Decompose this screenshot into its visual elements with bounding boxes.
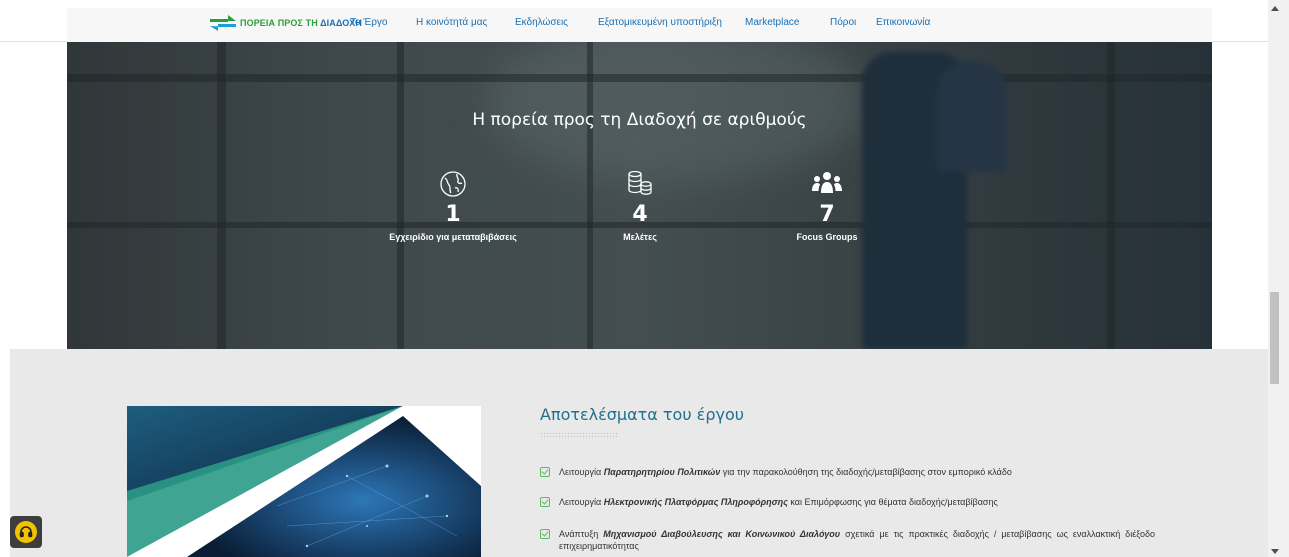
accessibility-button[interactable] <box>10 516 42 548</box>
stat-number: 4 <box>632 202 648 227</box>
result-text: Λειτουργία Ηλεκτρονικής Πλατφόρμας Πληρο… <box>559 497 998 507</box>
stat-manual: 1 Εγχειρίδιο για μεταταβιβάσεις <box>373 169 533 242</box>
scrollbar-thumb[interactable] <box>1270 292 1279 384</box>
nav-poroi[interactable]: Πόροι <box>830 17 856 28</box>
page: ΠΟΡΕΙΑ ΠΡΟΣ ΤΗ ΔΙΑΔΟΧΗ Το Έργο Η κοινότη… <box>0 0 1289 557</box>
result-item: Ανάπτυξη Μηχανισμού Διαβούλευσης και Κοι… <box>540 528 1155 552</box>
headset-icon <box>15 521 37 543</box>
scroll-down-arrow-icon[interactable] <box>1271 549 1279 554</box>
title-underline-dots <box>540 432 618 439</box>
nav-ypostirixi[interactable]: Εξατομικευμένη υποστήριξη <box>598 17 722 28</box>
results-image <box>127 406 481 557</box>
result-text: Λειτουργία Παρατηρητηρίου Πολιτικών για … <box>559 467 1012 477</box>
nav-koinotita[interactable]: Η κοινότητά μας <box>416 17 487 28</box>
result-item: Λειτουργία Παρατηρητηρίου Πολιτικών για … <box>540 466 1155 478</box>
nav-epikoinonia[interactable]: Επικοινωνία <box>876 17 930 28</box>
stat-label: Focus Groups <box>796 232 858 242</box>
check-icon <box>540 529 550 539</box>
nav-to-ergo[interactable]: Το Έργο <box>350 17 387 28</box>
nav-ekdiloseis[interactable]: Εκδηλώσεις <box>515 17 568 28</box>
stat-label: Μελέτες <box>623 232 657 242</box>
logo-text: ΠΟΡΕΙΑ ΠΡΟΣ ΤΗ ΔΙΑΔΟΧΗ <box>240 18 362 28</box>
result-item: Λειτουργία Ηλεκτρονικής Πλατφόρμας Πληρο… <box>540 496 1155 508</box>
check-icon <box>540 497 550 507</box>
results-title: Αποτελέσματα του έργου <box>540 405 744 424</box>
logo-arrows-icon <box>208 13 238 33</box>
stat-focus-groups: 7 Focus Groups <box>747 169 907 242</box>
globe-icon <box>373 169 533 199</box>
check-icon <box>540 467 550 477</box>
hero-title: Η πορεία προς τη Διαδοχή σε αριθμούς <box>472 110 807 130</box>
coins-stack-icon <box>560 169 720 199</box>
left-margin <box>0 42 10 557</box>
users-group-icon <box>747 169 907 199</box>
scrollbar[interactable] <box>1268 0 1289 557</box>
result-text: Ανάπτυξη Μηχανισμού Διαβούλευσης και Κοι… <box>559 529 1156 551</box>
nav-marketplace[interactable]: Marketplace <box>745 17 799 28</box>
scroll-up-arrow-icon[interactable] <box>1271 6 1279 11</box>
site-logo[interactable]: ΠΟΡΕΙΑ ΠΡΟΣ ΤΗ ΔΙΑΔΟΧΗ <box>208 12 362 34</box>
stat-studies: 4 Μελέτες <box>560 169 720 242</box>
stat-label: Εγχειρίδιο για μεταταβιβάσεις <box>389 232 517 242</box>
stats-hero: Η πορεία προς τη Διαδοχή σε αριθμούς 1 Ε… <box>67 42 1212 349</box>
stat-number: 7 <box>819 202 835 227</box>
stat-number: 1 <box>445 202 461 227</box>
